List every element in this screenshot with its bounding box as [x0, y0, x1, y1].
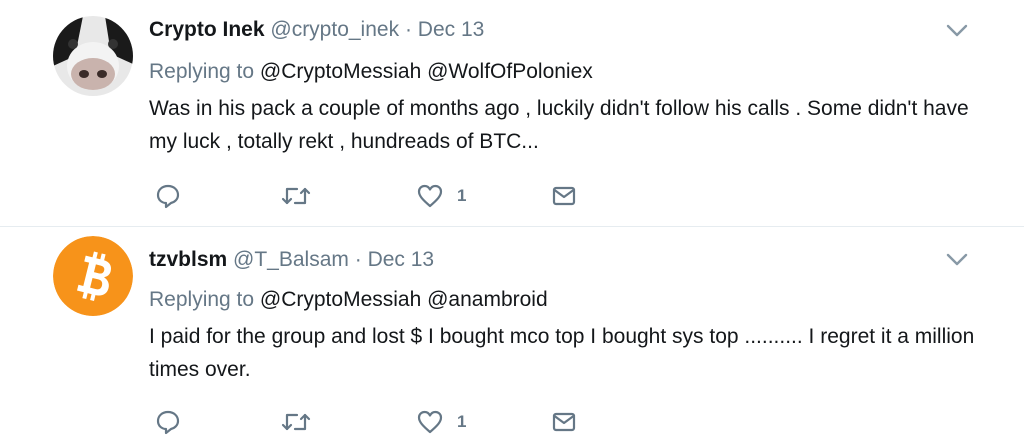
tweet-header: Crypto Inek @crypto_inek · Dec 13	[149, 18, 484, 42]
display-name[interactable]: Crypto Inek	[149, 18, 265, 41]
retweet-icon	[281, 413, 311, 431]
replying-to: Replying to @CryptoMessiah @WolfOfPoloni…	[149, 60, 593, 84]
direct-message-button[interactable]	[551, 181, 577, 211]
envelope-icon	[552, 186, 576, 206]
replying-prefix: Replying to	[149, 60, 255, 83]
replying-to: Replying to @CryptoMessiah @anambroid	[149, 288, 548, 312]
cow-avatar-icon	[53, 16, 133, 96]
tweet-header: tzvblsm @T_Balsam · Dec 13	[149, 248, 434, 272]
heart-icon	[417, 410, 443, 434]
retweet-button[interactable]	[281, 181, 311, 211]
reply-button[interactable]	[155, 407, 181, 437]
tweet-actions: 1	[155, 407, 595, 437]
retweet-icon	[281, 187, 311, 205]
tweet[interactable]: tzvblsm @T_Balsam · Dec 13 Replying to @…	[0, 227, 1024, 446]
like-count: 1	[457, 186, 467, 205]
tweet-actions: 1	[155, 181, 595, 211]
user-handle[interactable]: @T_Balsam	[233, 248, 349, 271]
tweet-text: Was in his pack a couple of months ago ,…	[149, 97, 969, 153]
like-count: 1	[457, 412, 467, 431]
chevron-down-icon[interactable]	[946, 24, 968, 38]
replying-prefix: Replying to	[149, 288, 255, 311]
tweet-date[interactable]: Dec 13	[418, 18, 485, 41]
like-button[interactable]: 1	[417, 181, 466, 211]
avatar[interactable]	[53, 236, 133, 316]
chevron-down-icon[interactable]	[946, 253, 968, 267]
separator-dot: ·	[404, 18, 412, 41]
reply-mentions[interactable]: @CryptoMessiah @WolfOfPoloniex	[260, 60, 593, 83]
tweet-text: I paid for the group and lost $ I bought…	[149, 325, 975, 381]
tweet-date[interactable]: Dec 13	[368, 248, 435, 271]
reply-mentions[interactable]: @CryptoMessiah @anambroid	[260, 288, 548, 311]
reply-icon	[156, 184, 180, 209]
reply-icon	[156, 410, 180, 435]
tweet[interactable]: Crypto Inek @crypto_inek · Dec 13 Replyi…	[0, 0, 1024, 227]
heart-icon	[417, 184, 443, 208]
display-name[interactable]: tzvblsm	[149, 248, 227, 271]
bitcoin-avatar-icon	[53, 236, 133, 316]
separator-dot: ·	[354, 248, 362, 271]
direct-message-button[interactable]	[551, 407, 577, 437]
retweet-button[interactable]	[281, 407, 311, 437]
envelope-icon	[552, 412, 576, 432]
reply-button[interactable]	[155, 181, 181, 211]
avatar[interactable]	[53, 16, 133, 96]
like-button[interactable]: 1	[417, 407, 466, 437]
user-handle[interactable]: @crypto_inek	[270, 18, 399, 41]
